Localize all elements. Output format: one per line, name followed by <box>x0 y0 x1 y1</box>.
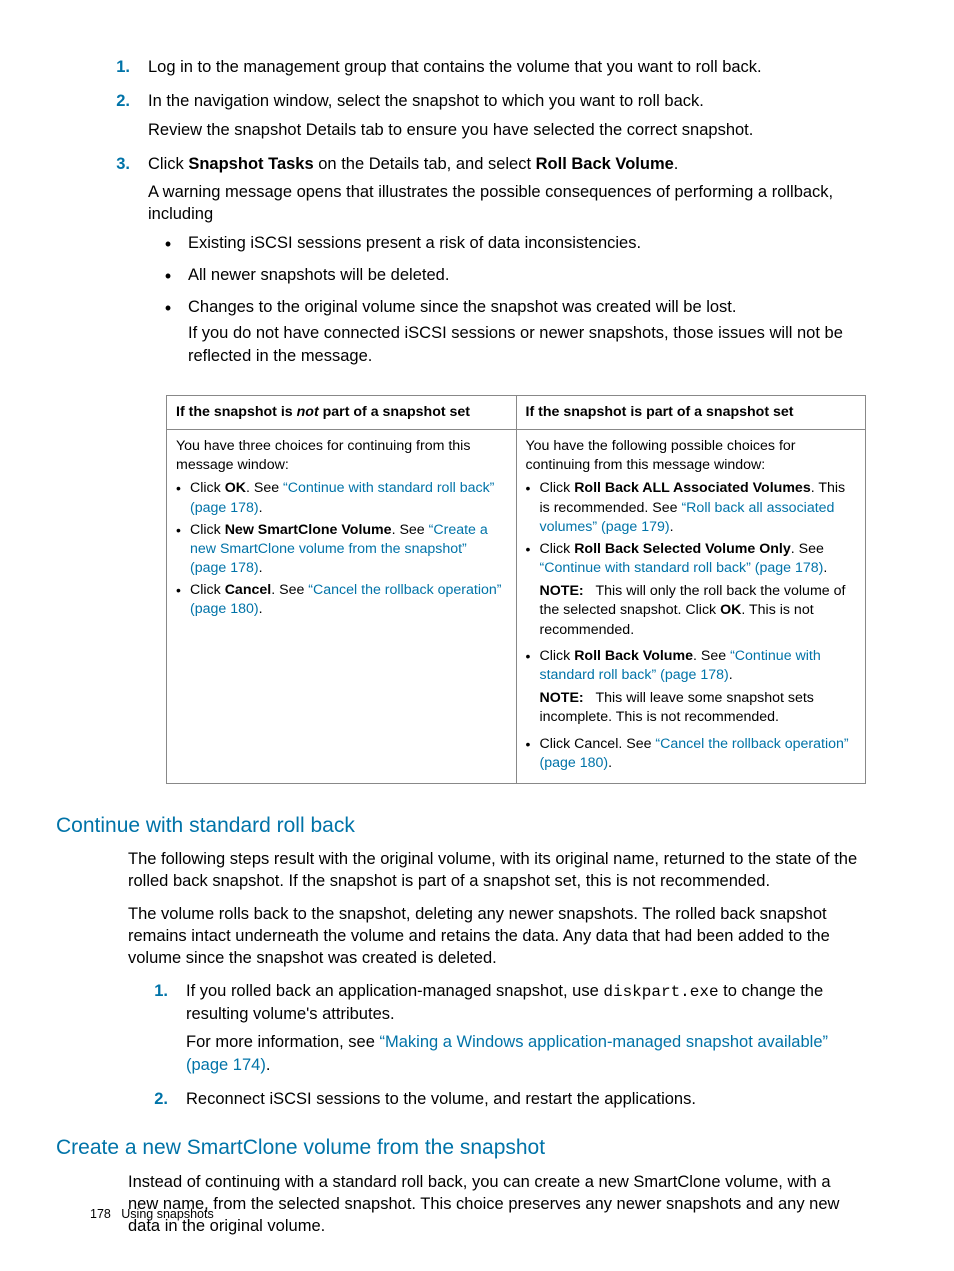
page-footer: 178 Using snapshots <box>90 1206 214 1223</box>
footer-label: Using snapshots <box>121 1207 213 1221</box>
step-number: 1. <box>90 56 148 84</box>
list-item: Click New SmartClone Volume. See “Create… <box>190 521 507 579</box>
bullet-text: Existing iSCSI sessions present a risk o… <box>188 232 864 254</box>
bullet-text: Changes to the original volume since the… <box>188 296 864 318</box>
note-label: NOTE: <box>540 583 584 599</box>
list-item: Click OK. See “Continue with standard ro… <box>190 479 507 517</box>
section-heading-continue-standard: Continue with standard roll back <box>56 812 864 840</box>
body-text: Instead of continuing with a standard ro… <box>128 1171 864 1238</box>
bullet-icon <box>148 232 188 258</box>
list-item: Click Roll Back ALL Associated Volumes. … <box>540 479 857 537</box>
bullet-text: All newer snapshots will be deleted. <box>188 264 864 286</box>
step-text: If you rolled back an application-manage… <box>186 980 864 1026</box>
code-diskpart: diskpart.exe <box>603 983 718 1001</box>
choices-table: If the snapshot is not part of a snapsho… <box>166 395 866 784</box>
list-item: Click Cancel. See “Cancel the rollback o… <box>190 581 507 619</box>
link-continue-standard[interactable]: “Continue with standard roll back” (page… <box>540 560 824 576</box>
bullet-icon <box>148 296 188 371</box>
bullet-text: If you do not have connected iSCSI sessi… <box>188 322 864 367</box>
list-item: Click Roll Back Selected Volume Only. Se… <box>540 540 857 644</box>
step-text: In the navigation window, select the sna… <box>148 90 864 112</box>
step-text: Review the snapshot Details tab to ensur… <box>148 119 864 141</box>
top-steps: 1. Log in to the management group that c… <box>90 56 864 377</box>
bullet-icon <box>526 479 540 537</box>
step-text: Log in to the management group that cont… <box>148 56 864 78</box>
list-item: Click Roll Back Volume. See “Continue wi… <box>540 647 857 732</box>
bullet-icon <box>526 735 540 773</box>
page-number: 178 <box>90 1207 111 1221</box>
step-number: 3. <box>90 153 148 377</box>
step-text: Reconnect iSCSI sessions to the volume, … <box>186 1088 864 1110</box>
table-cell: You have the following possible choices … <box>516 430 866 784</box>
table-cell: You have three choices for continuing fr… <box>167 430 517 784</box>
section-steps: 1. If you rolled back an application-man… <box>128 980 864 1117</box>
table-header: If the snapshot is part of a snapshot se… <box>516 395 866 429</box>
step-number: 2. <box>128 1088 186 1116</box>
bullet-icon <box>176 521 190 579</box>
bullet-icon <box>526 540 540 644</box>
step-text: A warning message opens that illustrates… <box>148 181 864 226</box>
bullet-icon <box>176 581 190 619</box>
note-label: NOTE: <box>540 690 584 706</box>
step-number: 1. <box>128 980 186 1082</box>
section-heading-create-smartclone: Create a new SmartClone volume from the … <box>56 1134 864 1162</box>
body-text: The following steps result with the orig… <box>128 848 864 893</box>
body-text: The volume rolls back to the snapshot, d… <box>128 903 864 970</box>
warning-bullets: Existing iSCSI sessions present a risk o… <box>148 232 864 371</box>
bullet-icon <box>176 479 190 517</box>
list-item: Click Cancel. See “Cancel the rollback o… <box>540 735 857 773</box>
step-text: Click Snapshot Tasks on the Details tab,… <box>148 153 864 175</box>
bullet-icon <box>526 647 540 732</box>
step-number: 2. <box>90 90 148 147</box>
bullet-icon <box>148 264 188 290</box>
table-header: If the snapshot is not part of a snapsho… <box>167 395 517 429</box>
step-text: For more information, see “Making a Wind… <box>186 1031 864 1076</box>
